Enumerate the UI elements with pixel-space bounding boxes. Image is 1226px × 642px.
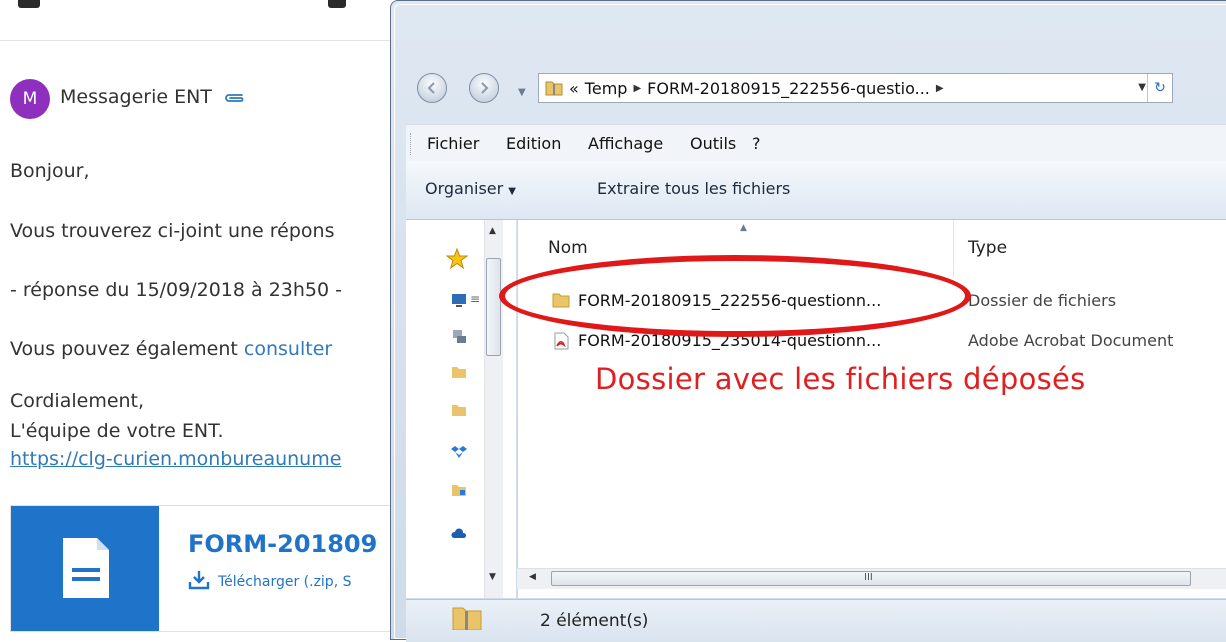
column-name[interactable]: Nom	[548, 238, 588, 258]
menu-edition[interactable]: Edition	[506, 134, 561, 153]
greeting: Bonjour,	[10, 160, 90, 182]
organize-chevron-icon: ▼	[508, 186, 516, 197]
forward-arrow-icon	[481, 82, 489, 94]
column-separator[interactable]	[953, 220, 954, 278]
sender-name[interactable]: Messagerie ENT	[60, 86, 246, 108]
menu-bar: Fichier Edition Affichage Outils ?	[406, 124, 1226, 162]
zip-folder-icon	[452, 607, 482, 630]
scroll-left-icon[interactable]: ◀	[529, 572, 536, 582]
back-arrow-icon	[427, 82, 435, 94]
extract-all-button[interactable]: Extraire tous les fichiers	[597, 179, 790, 198]
team-signature: L'équipe de votre ENT.	[10, 420, 224, 442]
divider	[0, 40, 392, 41]
network-icon[interactable]	[451, 328, 467, 344]
nav-pane-scrollbar[interactable]: ▲ ▼	[484, 220, 503, 598]
scrollbar-thumb[interactable]	[486, 258, 501, 356]
closing: Cordialement,	[10, 390, 145, 412]
download-icon	[188, 571, 210, 590]
item-count: 2 élément(s)	[540, 611, 649, 631]
chevron-right-icon[interactable]: ▶	[633, 83, 641, 94]
scroll-down-icon[interactable]: ▼	[489, 572, 496, 582]
file-type: Dossier de fichiers	[968, 291, 1117, 310]
menu-help[interactable]: ?	[752, 134, 761, 153]
desktop-icon[interactable]	[451, 292, 467, 308]
folder-icon[interactable]	[451, 482, 467, 498]
sort-ascending-icon: ▲	[740, 223, 747, 233]
zip-folder-icon	[545, 81, 563, 96]
folder-icon[interactable]	[451, 364, 467, 380]
recent-pages-chevron-icon[interactable]: ▼	[518, 87, 526, 98]
organize-label: Organiser	[425, 179, 504, 198]
avatar: M	[10, 79, 50, 119]
email-pane: M Messagerie ENT Bonjour, Vous trouverez…	[0, 0, 402, 632]
menu-outils[interactable]: Outils	[690, 134, 736, 153]
ent-url-text: https://clg-curien.monbureaunume	[10, 448, 342, 470]
menu-grip	[410, 133, 414, 155]
download-link[interactable]: Télécharger (.zip, S	[188, 570, 351, 590]
dropbox-icon[interactable]	[451, 444, 467, 460]
address-dropdown-icon[interactable]: ▼	[1138, 82, 1146, 93]
address-history[interactable]: «	[569, 79, 579, 98]
download-label: Télécharger (.zip, S	[218, 574, 352, 590]
organize-button[interactable]: Organiser ▼	[425, 179, 516, 198]
paperclip-icon	[225, 93, 244, 102]
status-bar: 2 élément(s)	[406, 599, 1226, 642]
back-button[interactable]	[417, 73, 447, 103]
address-segment-temp[interactable]: Temp	[585, 79, 628, 98]
attachment-title[interactable]: FORM-201809	[188, 530, 377, 558]
ent-url-link[interactable]: https://clg-curien.monbureaunume	[10, 448, 341, 470]
document-icon	[11, 506, 159, 631]
menu-fichier[interactable]: Fichier	[427, 134, 479, 153]
file-list-horizontal-scrollbar[interactable]: ◀ III	[517, 568, 1226, 589]
header-text-fragment	[8, 0, 388, 10]
expand-glyph[interactable]: ≡	[470, 292, 480, 306]
annotation-text: Dossier avec les fichiers déposés	[595, 362, 1086, 396]
scrollbar-thumb[interactable]: III	[551, 571, 1191, 586]
address-segment-form[interactable]: FORM-20180915_222556-questio...	[647, 79, 930, 98]
chevron-right-icon[interactable]: ▶	[936, 83, 944, 94]
refresh-icon[interactable]: ↻	[1147, 74, 1172, 102]
folder-icon[interactable]	[451, 402, 467, 418]
forward-button[interactable]	[469, 73, 499, 103]
onedrive-icon[interactable]	[451, 526, 467, 542]
pdf-icon	[554, 332, 569, 350]
body-line-3: Vous pouvez également consulter	[10, 338, 332, 360]
consult-link[interactable]: consulter	[244, 338, 332, 360]
address-bar[interactable]: « Temp ▶ FORM-20180915_222556-questio...…	[538, 73, 1173, 103]
attachment-card[interactable]: FORM-201809 Télécharger (.zip, S	[10, 505, 402, 632]
menu-affichage[interactable]: Affichage	[588, 134, 663, 153]
scroll-up-icon[interactable]: ▲	[489, 226, 496, 236]
scroll-grip: III	[864, 572, 873, 583]
sender-label: Messagerie ENT	[60, 86, 212, 108]
favorites-star-icon[interactable]	[446, 248, 468, 270]
file-type: Adobe Acrobat Document	[968, 331, 1174, 350]
body-line-2: - réponse du 15/09/2018 à 23h50 -	[10, 279, 342, 301]
column-type[interactable]: Type	[968, 238, 1007, 258]
annotation-ellipse	[499, 255, 971, 337]
body-line-3-text: Vous pouvez également	[10, 338, 244, 360]
command-bar: Organiser ▼ Extraire tous les fichiers	[406, 161, 1226, 220]
body-line-1: Vous trouverez ci-joint une répons	[10, 220, 335, 242]
